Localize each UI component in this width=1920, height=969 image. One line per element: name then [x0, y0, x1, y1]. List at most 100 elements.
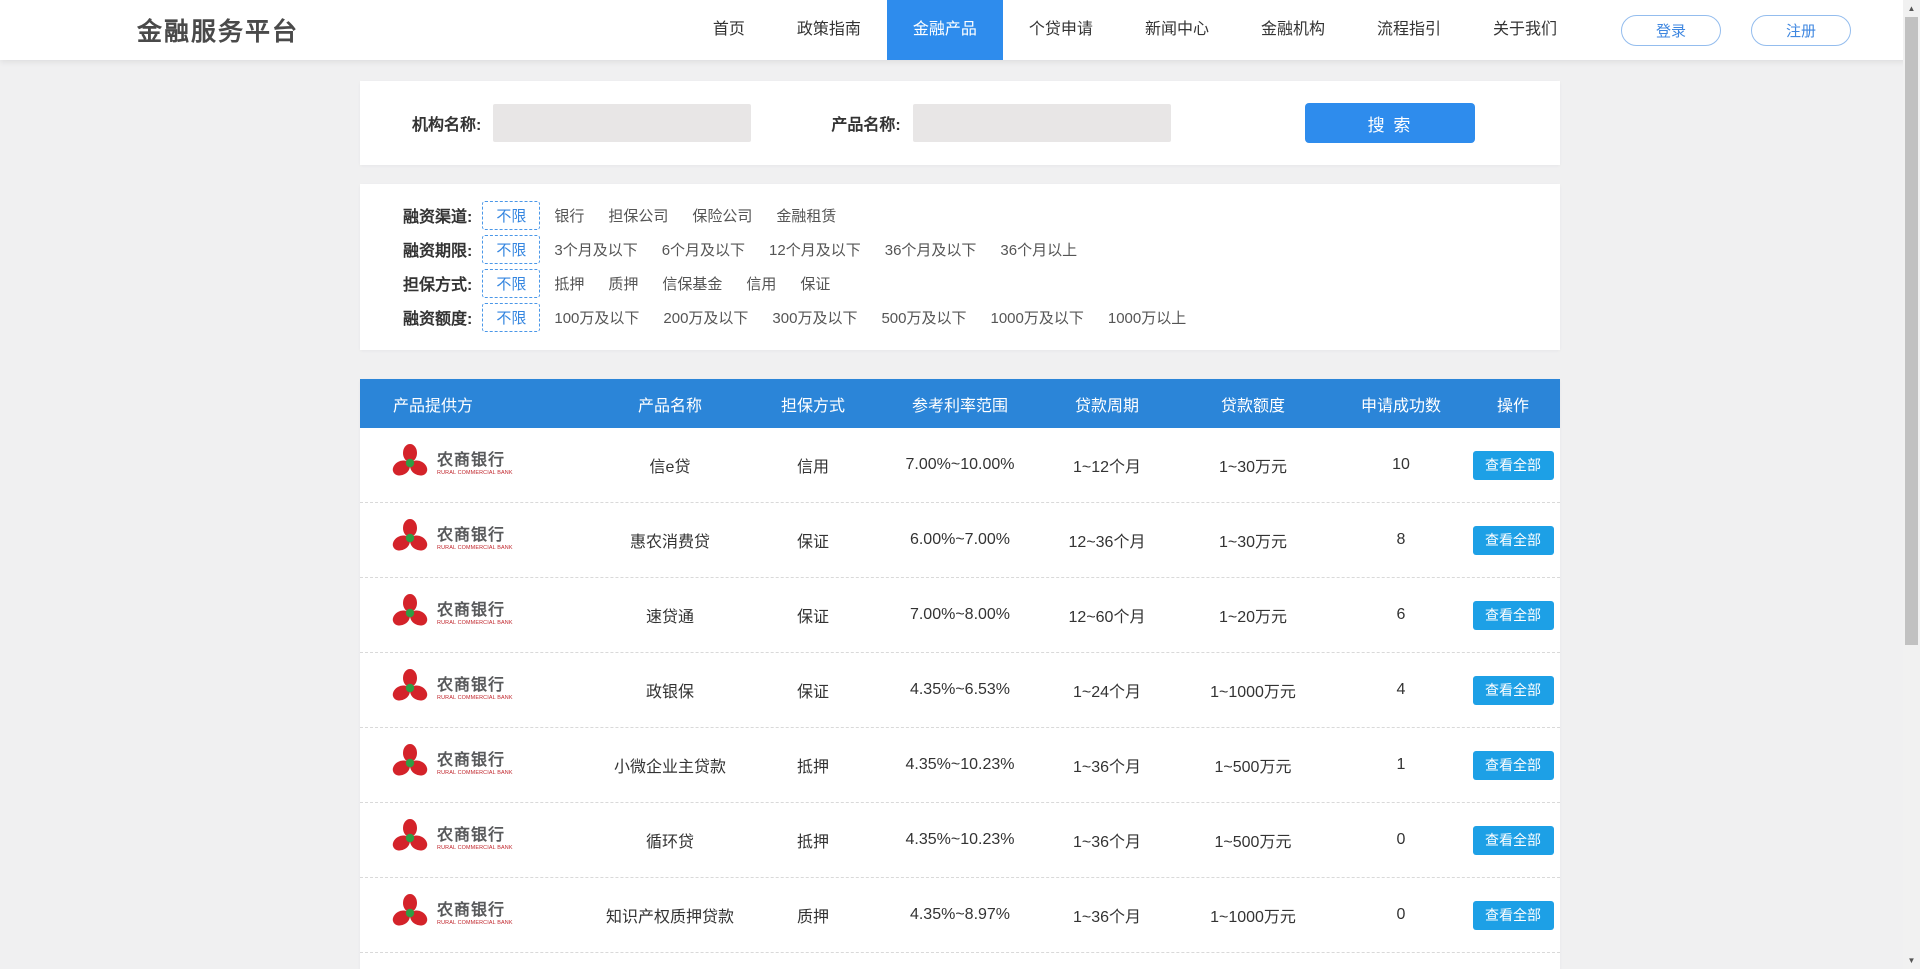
- filter-row-1: 融资渠道:不限银行担保公司保险公司金融租赁: [403, 198, 1540, 232]
- column-header: 产品名称: [590, 392, 750, 416]
- nav-item-2[interactable]: 政策指南: [771, 0, 887, 60]
- filter-option-selected[interactable]: 不限: [482, 303, 540, 332]
- success-count: 0: [1336, 906, 1466, 924]
- filter-row-4: 融资额度: 不限 100万及以下 200万及以下 300万及以下 500万及以下 1000万…: [403, 300, 1540, 334]
- search-button[interactable]: 搜 索: [1305, 103, 1475, 143]
- view-all-button[interactable]: 查看全部: [1473, 826, 1554, 855]
- provider-name: 农商银行: [437, 602, 548, 619]
- filter-option[interactable]: 1000万及以下: [990, 307, 1083, 328]
- nav-item-1[interactable]: 首页: [687, 0, 771, 60]
- filter-option[interactable]: 500万及以下: [881, 307, 966, 328]
- nav-item-4[interactable]: 个贷申请: [1003, 0, 1119, 60]
- scroll-up-arrow-icon[interactable]: ▲: [1903, 0, 1920, 17]
- table-row: 农商银行RURAL COMMERCIAL BANK速贷通保证7.00%~8.00…: [360, 578, 1560, 653]
- brand-title: 金融服务平台: [137, 12, 299, 48]
- provider-cell: 农商银行RURAL COMMERCIAL BANK: [360, 743, 590, 788]
- provider-cell: 农商银行RURAL COMMERCIAL BANK: [360, 668, 590, 713]
- view-all-button[interactable]: 查看全部: [1473, 901, 1554, 930]
- filter-option[interactable]: 金融租赁: [776, 205, 836, 226]
- view-all-button[interactable]: 查看全部: [1473, 751, 1554, 780]
- view-all-button[interactable]: 查看全部: [1473, 526, 1554, 555]
- provider-cell: 农商银行RURAL COMMERCIAL BANK: [360, 518, 590, 563]
- register-button[interactable]: 注册: [1751, 15, 1851, 46]
- rural-commercial-bank-logo-icon: [390, 743, 430, 783]
- loan-period: 1~12个月: [1044, 453, 1170, 477]
- rate-range: 4.35%~10.23%: [876, 831, 1044, 849]
- filter-option-selected[interactable]: 不限: [482, 201, 540, 230]
- product-name: 速贷通: [590, 603, 750, 627]
- loan-amount: 1~30万元: [1170, 528, 1336, 552]
- loan-period: 1~36个月: [1044, 828, 1170, 852]
- rural-commercial-bank-logo-icon: [390, 593, 430, 633]
- filter-label: 担保方式:: [403, 271, 472, 295]
- nav-item-5[interactable]: 新闻中心: [1119, 0, 1235, 60]
- column-header: 申请成功数: [1336, 392, 1466, 416]
- filter-option[interactable]: 12个月及以下: [769, 239, 861, 260]
- nav-menu: 首页政策指南金融产品个贷申请新闻中心金融机构流程指引关于我们: [687, 0, 1583, 60]
- filter-option[interactable]: 36个月以上: [1000, 239, 1077, 260]
- guarantee-type: 质押: [750, 903, 876, 927]
- view-all-button[interactable]: 查看全部: [1473, 451, 1554, 480]
- filter-option[interactable]: 质押: [608, 273, 638, 294]
- guarantee-type: 保证: [750, 603, 876, 627]
- table-row: 农商银行RURAL COMMERCIAL BANK小微企业主贷款抵押4.35%~…: [360, 728, 1560, 803]
- filter-option[interactable]: 3个月及以下: [554, 239, 637, 260]
- scrollbar-thumb[interactable]: [1905, 17, 1918, 645]
- vertical-scrollbar[interactable]: ▲ ▼: [1903, 0, 1920, 969]
- product-name: 惠农消费贷: [590, 528, 750, 552]
- filter-panel: 融资渠道:不限银行担保公司保险公司金融租赁融资期限:不限3个月及以下6个月及以下…: [360, 184, 1560, 350]
- guarantee-type: 保证: [750, 678, 876, 702]
- filter-option[interactable]: 保险公司: [692, 205, 752, 226]
- success-count: 10: [1336, 456, 1466, 474]
- nav-item-3[interactable]: 金融产品: [887, 0, 1003, 60]
- provider-name: 农商银行: [437, 752, 548, 769]
- provider-name: 农商银行: [437, 827, 548, 844]
- filter-option-selected[interactable]: 不限: [482, 235, 540, 264]
- product-table: 产品提供方产品名称担保方式参考利率范围贷款周期贷款额度申请成功数操作 农商银行R…: [360, 379, 1560, 969]
- product-name: 知识产权质押贷款: [590, 903, 750, 927]
- nav-item-6[interactable]: 金融机构: [1235, 0, 1351, 60]
- loan-period: 1~24个月: [1044, 678, 1170, 702]
- success-count: 4: [1336, 681, 1466, 699]
- rural-commercial-bank-logo-icon: [390, 893, 430, 933]
- loan-period: 12~36个月: [1044, 528, 1170, 552]
- provider-cell: 农商银行RURAL COMMERCIAL BANK: [360, 893, 590, 938]
- view-all-button[interactable]: 查看全部: [1473, 601, 1554, 630]
- filter-option[interactable]: 信用: [746, 273, 776, 294]
- filter-option-selected[interactable]: 不限: [482, 269, 540, 298]
- filter-option[interactable]: 1000万以上: [1108, 307, 1186, 328]
- loan-amount: 1~20万元: [1170, 603, 1336, 627]
- table-row: 农商银行RURAL COMMERCIAL BANK循环贷抵押4.35%~10.2…: [360, 803, 1560, 878]
- filter-option[interactable]: 信保基金: [662, 273, 722, 294]
- filter-option[interactable]: 保证: [800, 273, 830, 294]
- filter-label: 融资额度:: [403, 305, 472, 329]
- login-button[interactable]: 登录: [1621, 15, 1721, 46]
- filter-option[interactable]: 100万及以下: [554, 307, 639, 328]
- loan-period: 12~60个月: [1044, 603, 1170, 627]
- product-name-input[interactable]: [913, 104, 1171, 142]
- guarantee-type: 抵押: [750, 828, 876, 852]
- filter-option[interactable]: 36个月及以下: [885, 239, 977, 260]
- loan-period: 1~36个月: [1044, 903, 1170, 927]
- provider-subtitle: RURAL COMMERCIAL BANK: [437, 544, 513, 550]
- column-header: 产品提供方: [360, 392, 590, 416]
- nav-item-8[interactable]: 关于我们: [1467, 0, 1583, 60]
- view-all-button[interactable]: 查看全部: [1473, 676, 1554, 705]
- org-name-input[interactable]: [493, 104, 751, 142]
- filter-option[interactable]: 银行: [554, 205, 584, 226]
- filter-option[interactable]: 300万及以下: [772, 307, 857, 328]
- rate-range: 4.35%~10.23%: [876, 756, 1044, 774]
- loan-amount: 1~30万元: [1170, 453, 1336, 477]
- success-count: 0: [1336, 831, 1466, 849]
- nav-item-7[interactable]: 流程指引: [1351, 0, 1467, 60]
- rate-range: 7.00%~10.00%: [876, 456, 1044, 474]
- filter-option[interactable]: 6个月及以下: [662, 239, 745, 260]
- search-panel: 机构名称: 产品名称: 搜 索: [360, 81, 1560, 165]
- filter-option[interactable]: 担保公司: [608, 205, 668, 226]
- filter-option[interactable]: 200万及以下: [663, 307, 748, 328]
- filter-option[interactable]: 抵押: [554, 273, 584, 294]
- auth-buttons: 登录 注册: [1621, 15, 1851, 46]
- scroll-down-arrow-icon[interactable]: ▼: [1903, 952, 1920, 969]
- product-name: 政银保: [590, 678, 750, 702]
- column-header: 贷款周期: [1044, 392, 1170, 416]
